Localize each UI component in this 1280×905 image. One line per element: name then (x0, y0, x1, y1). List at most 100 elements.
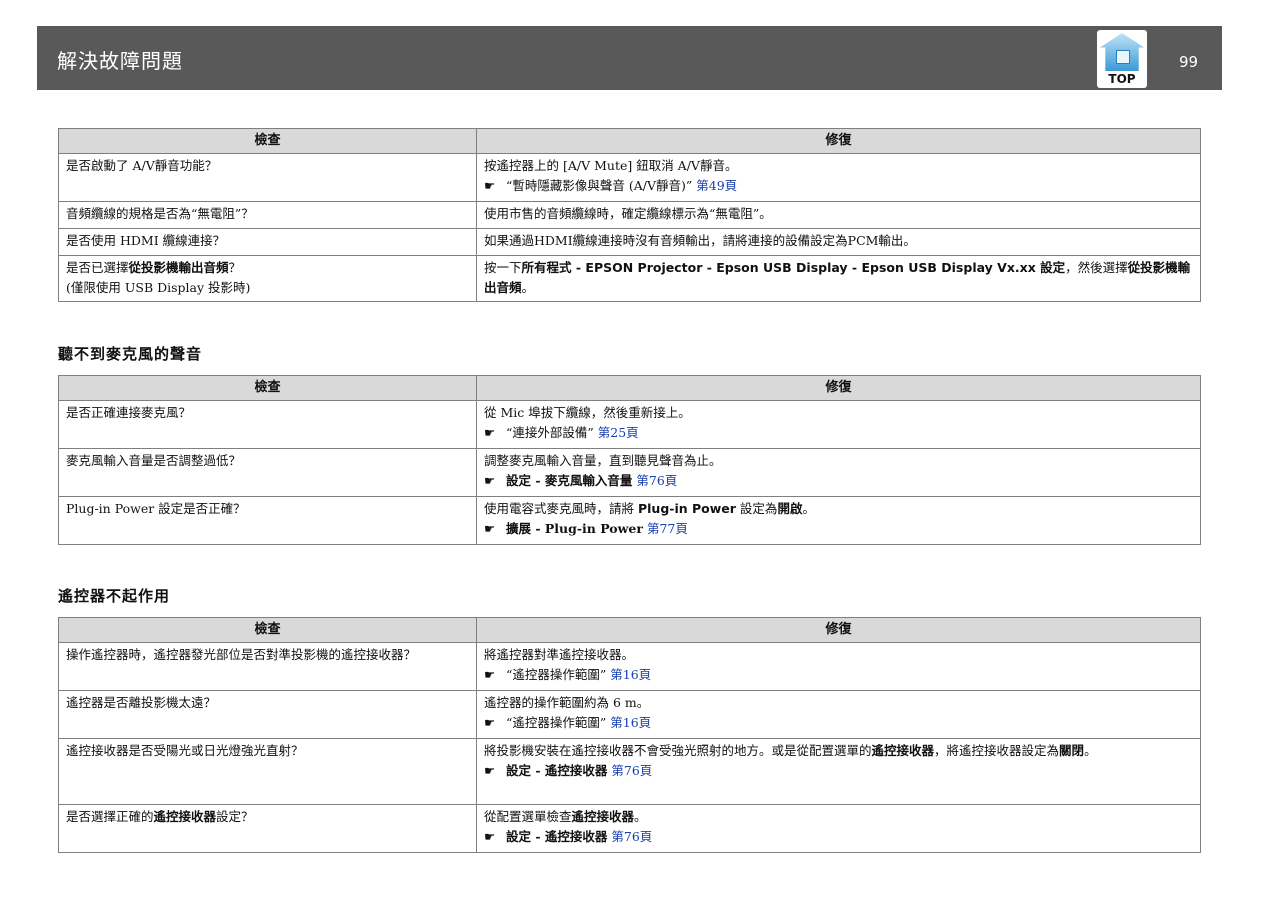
table-row: 遙控器是否離投影機太遠？ 遙控器的操作範圍約為 6 m。 ☛ “遙控器操作範圍” … (58, 690, 1201, 739)
fix-cell: 從配置選單檢查遙控接收器。 ☛ 設定 - 遙控接收器 第76頁 (476, 804, 1201, 853)
fix-text: 將遙控器對準遙控接收器。 (484, 647, 635, 662)
fix-text: ，然後選擇 (1065, 260, 1128, 275)
check-cell: 麥克風輸入音量是否調整過低？ (58, 448, 477, 497)
fix-cell: 遙控器的操作範圍約為 6 m。 ☛ “遙控器操作範圍” 第16頁 (476, 690, 1201, 739)
check-cell: 音頻纜線的規格是否為“無電阻”？ (58, 201, 477, 229)
fix-cell: 從 Mic 埠拔下纜線，然後重新接上。 ☛ “連接外部設備” 第25頁 (476, 400, 1201, 449)
table-row: 是否使用 HDMI 纜線連接？ 如果通過HDMI纜線連接時沒有音頻輸出，請將連接… (58, 228, 1201, 256)
reference-line: ☛ “暫時隱藏影像與聲音 (A/V靜音)” 第49頁 (484, 176, 1193, 196)
menu-option-text: 從投影機輸出音頻 (128, 260, 229, 275)
fix-cell: 使用市售的音頻纜線時，確定纜線標示為“無電阻”。 (476, 201, 1201, 229)
menu-option-text: 遙控接收器 (153, 809, 217, 824)
reference-line: ☛ “遙控器操作範圍” 第16頁 (484, 713, 1193, 733)
menu-option-text: 開啟 (777, 501, 803, 516)
fix-cell: 將投影機安裝在遙控接收器不會受強光照射的地方。或是從配置選單的遙控接收器，將遙控… (476, 738, 1201, 805)
check-cell: 是否已選擇從投影機輸出音頻？ (僅限使用 USB Display 投影時) (58, 255, 477, 302)
pointing-hand-icon: ☛ (484, 473, 496, 488)
menu-path-text: 設定 - 遙控接收器 (506, 763, 608, 778)
microphone-troubleshooting-table: 檢查 修復 是否正確連接麥克風？ 從 Mic 埠拔下纜線，然後重新接上。 ☛ “連… (58, 375, 1201, 545)
reference-line: ☛ 設定 - 遙控接收器 第76頁 (484, 761, 1193, 781)
fix-cell: 使用電容式麥克風時，請將 Plug-in Power 設定為開啟。 ☛ 擴展 - … (476, 496, 1201, 545)
table-header-row: 檢查 修復 (58, 375, 1201, 401)
check-column-header: 檢查 (58, 375, 477, 401)
fix-text: 設定為 (735, 501, 778, 516)
fix-column-header: 修復 (476, 375, 1201, 401)
remote-troubleshooting-table: 檢查 修復 操作遙控器時，遙控器發光部位是否對準投影機的遙控接收器？ 將遙控器對… (58, 617, 1201, 853)
check-question: 是否已選擇從投影機輸出音頻？ (66, 258, 469, 278)
page-link[interactable]: 第16頁 (610, 667, 651, 682)
fix-text: 使用電容式麥克風時，請將 (484, 501, 638, 516)
fix-cell: 如果通過HDMI纜線連接時沒有音頻輸出，請將連接的設備設定為PCM輸出。 (476, 228, 1201, 256)
table-row: 是否啟動了 A/V靜音功能？ 按遙控器上的 [A/V Mute] 鈕取消 A/V… (58, 153, 1201, 202)
top-button[interactable]: TOP (1097, 30, 1147, 88)
check-note: (僅限使用 USB Display 投影時) (66, 280, 251, 295)
fix-column-header: 修復 (476, 617, 1201, 643)
check-column-header: 檢查 (58, 128, 477, 154)
page-number: 99 (1179, 53, 1199, 71)
page-title: 解決故障問題 (57, 49, 183, 73)
page-link[interactable]: 第76頁 (611, 829, 652, 844)
menu-option-text: 遙控接收器 (571, 809, 635, 824)
fix-cell: 按遙控器上的 [A/V Mute] 鈕取消 A/V靜音。 ☛ “暫時隱藏影像與聲音… (476, 153, 1201, 202)
check-cell: Plug-in Power 設定是否正確？ (58, 496, 477, 545)
menu-option-text: Plug-in Power (637, 501, 736, 516)
fix-text: 。 (634, 809, 647, 824)
check-cell: 遙控接收器是否受陽光或日光燈強光直射？ (58, 738, 477, 805)
table-header-row: 檢查 修復 (58, 617, 1201, 643)
page-link[interactable]: 第49頁 (696, 178, 737, 193)
fix-text-line: 從配置選單檢查遙控接收器。 (484, 807, 1193, 827)
pointing-hand-icon: ☛ (484, 667, 496, 682)
check-column-header: 檢查 (58, 617, 477, 643)
check-cell: 是否正確連接麥克風？ (58, 400, 477, 449)
check-cell: 是否啟動了 A/V靜音功能？ (58, 153, 477, 202)
check-cell: 操作遙控器時，遙控器發光部位是否對準投影機的遙控接收器？ (58, 642, 477, 691)
pointing-hand-icon: ☛ (484, 178, 496, 193)
menu-path-text: 設定 - 遙控接收器 (506, 829, 608, 844)
page-link[interactable]: 第76頁 (611, 763, 652, 778)
pointing-hand-icon: ☛ (484, 715, 496, 730)
audio-troubleshooting-table: 檢查 修復 是否啟動了 A/V靜音功能？ 按遙控器上的 [A/V Mute] 鈕… (58, 128, 1201, 302)
section-title-microphone: 聽不到麥克風的聲音 (58, 345, 203, 363)
reference-line: ☛ 設定 - 麥克風輸入音量 第76頁 (484, 471, 1193, 491)
fix-text: 。 (802, 501, 815, 516)
reference-text: “遙控器操作範圍” (506, 667, 607, 682)
page-link[interactable]: 第76頁 (636, 473, 677, 488)
pointing-hand-icon: ☛ (484, 763, 496, 778)
fix-text: 從配置選單檢查 (484, 809, 572, 824)
reference-line: ☛ 擴展 - Plug-in Power 第77頁 (484, 519, 1193, 539)
check-text: 是否選擇正確的 (66, 809, 154, 824)
fix-text: 將投影機安裝在遙控接收器不會受強光照射的地方。或是從配置選單的 (484, 743, 872, 758)
table-row: 是否正確連接麥克風？ 從 Mic 埠拔下纜線，然後重新接上。 ☛ “連接外部設備”… (58, 400, 1201, 449)
fix-text-line: 使用電容式麥克風時，請將 Plug-in Power 設定為開啟。 (484, 499, 1193, 519)
home-window-icon (1116, 50, 1130, 64)
page-link[interactable]: 第16頁 (610, 715, 651, 730)
fix-text: ，將遙控接收器設定為 (934, 743, 1060, 758)
table-row: 麥克風輸入音量是否調整過低？ 調整麥克風輸入音量，直到聽見聲音為止。 ☛ 設定 -… (58, 448, 1201, 497)
fix-text: 。 (521, 280, 535, 295)
fix-text: 按遙控器上的 [A/V Mute] 鈕取消 A/V靜音。 (484, 158, 738, 173)
section-title-remote: 遙控器不起作用 (58, 587, 171, 605)
reference-line: ☛ “遙控器操作範圍” 第16頁 (484, 665, 1193, 685)
check-cell: 是否選擇正確的遙控接收器設定？ (58, 804, 477, 853)
top-button-label: TOP (1108, 72, 1136, 86)
page-link[interactable]: 第25頁 (598, 425, 639, 440)
table-row: 遙控接收器是否受陽光或日光燈強光直射？ 將投影機安裝在遙控接收器不會受強光照射的… (58, 738, 1201, 805)
table-row: 是否選擇正確的遙控接收器設定？ 從配置選單檢查遙控接收器。 ☛ 設定 - 遙控接收… (58, 804, 1201, 853)
table-header-row: 檢查 修復 (58, 128, 1201, 154)
pointing-hand-icon: ☛ (484, 521, 496, 536)
pointing-hand-icon: ☛ (484, 425, 496, 440)
reference-text: “遙控器操作範圍” (506, 715, 607, 730)
menu-option-text: 關閉 (1059, 743, 1085, 758)
page-link[interactable]: 第77頁 (647, 521, 688, 536)
table-row: Plug-in Power 設定是否正確？ 使用電容式麥克風時，請將 Plug-… (58, 496, 1201, 545)
fix-text: 。 (1084, 743, 1097, 758)
fix-text: 從 Mic 埠拔下纜線，然後重新接上。 (484, 405, 691, 420)
check-cell: 遙控器是否離投影機太遠？ (58, 690, 477, 739)
fix-text: 調整麥克風輸入音量，直到聽見聲音為止。 (484, 453, 722, 468)
menu-path-text: 設定 - 麥克風輸入音量 (506, 473, 633, 488)
fix-cell: 將遙控器對準遙控接收器。 ☛ “遙控器操作範圍” 第16頁 (476, 642, 1201, 691)
reference-text: “連接外部設備” (506, 425, 594, 440)
check-cell: 是否使用 HDMI 纜線連接？ (58, 228, 477, 256)
page-header: 解決故障問題 TOP 99 (37, 26, 1222, 90)
table-row: 音頻纜線的規格是否為“無電阻”？ 使用市售的音頻纜線時，確定纜線標示為“無電阻”… (58, 201, 1201, 229)
